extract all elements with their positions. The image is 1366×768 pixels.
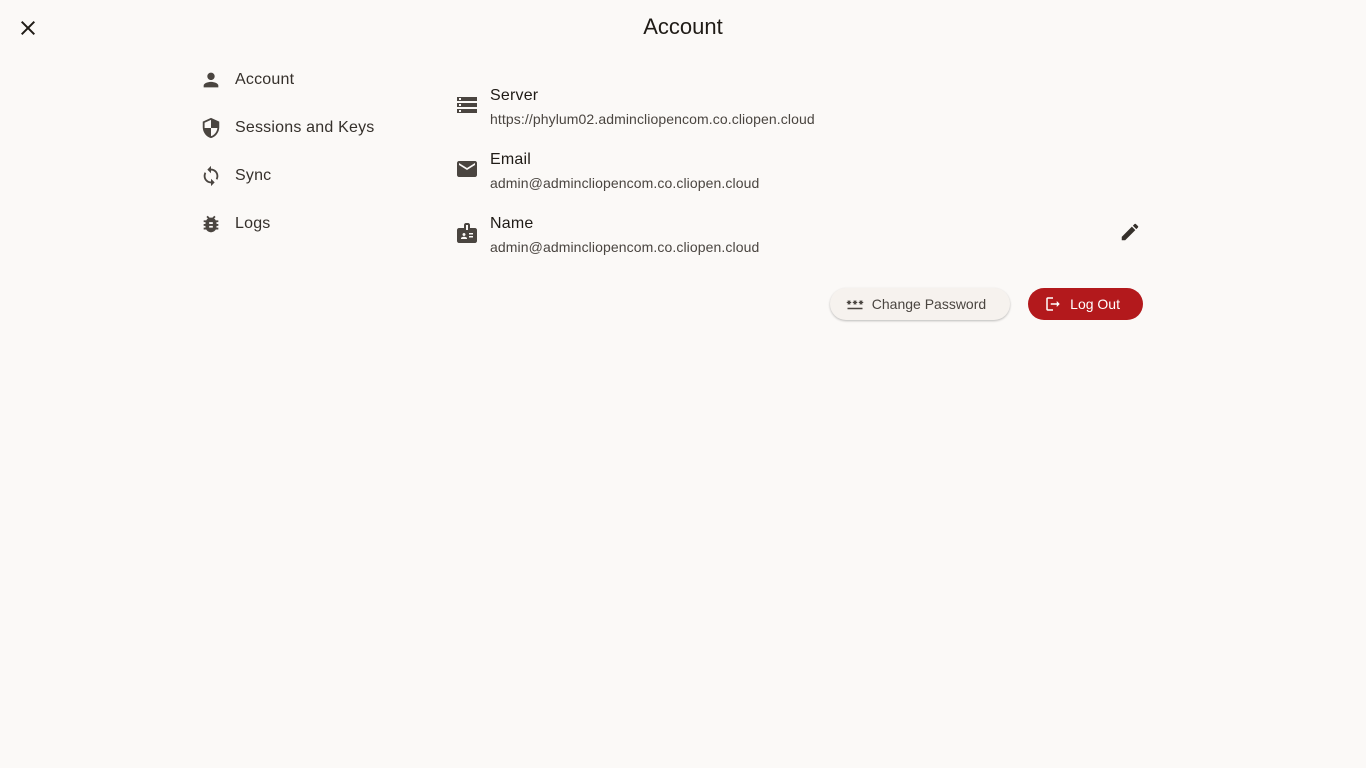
storage-icon	[444, 80, 490, 117]
name-row: Name admin@admincliopencom.co.cliopen.cl…	[444, 208, 1146, 272]
sidebar-item-sessions-and-keys[interactable]: Sessions and Keys	[192, 104, 432, 152]
server-value: https://phylum02.admincliopencom.co.clio…	[490, 111, 815, 127]
server-row: Server https://phylum02.admincliopencom.…	[444, 80, 1146, 144]
sidebar-item-label: Account	[235, 71, 295, 88]
account-details: Server https://phylum02.admincliopencom.…	[444, 80, 1146, 272]
field-label: Server	[490, 87, 539, 104]
change-password-button[interactable]: Change Password	[829, 288, 1011, 320]
name-value: admin@admincliopencom.co.cliopen.cloud	[490, 239, 760, 255]
sidebar-item-label: Sessions and Keys	[235, 119, 375, 136]
sidebar-item-label: Logs	[235, 215, 271, 232]
field-label: Email	[490, 151, 532, 168]
sidebar-item-sync[interactable]: Sync	[192, 152, 432, 200]
badge-icon	[444, 208, 490, 245]
email-row: Email admin@admincliopencom.co.cliopen.c…	[444, 144, 1146, 208]
shield-icon	[200, 117, 222, 139]
password-icon	[846, 300, 864, 310]
log-out-label: Log Out	[1070, 296, 1120, 312]
logout-icon	[1046, 297, 1060, 311]
sidebar-item-logs[interactable]: Logs	[192, 200, 432, 248]
sync-icon	[200, 165, 222, 187]
change-password-label: Change Password	[871, 296, 987, 312]
field-label: Name	[490, 215, 534, 232]
log-out-button[interactable]: Log Out	[1028, 288, 1143, 320]
mail-icon	[444, 144, 490, 181]
sidebar-item-account[interactable]: Account	[192, 56, 432, 104]
person-icon	[200, 69, 222, 91]
sidebar-item-label: Sync	[235, 167, 272, 184]
pencil-icon	[1121, 223, 1139, 241]
page-title: Account	[643, 14, 723, 39]
email-value: admin@admincliopencom.co.cliopen.cloud	[490, 175, 760, 191]
bug-icon	[200, 213, 222, 235]
account-actions: Change Password Log Out	[829, 288, 1143, 320]
edit-name-button[interactable]	[1114, 216, 1146, 248]
sidebar: Account Sessions and Keys Sync Logs	[192, 56, 432, 248]
